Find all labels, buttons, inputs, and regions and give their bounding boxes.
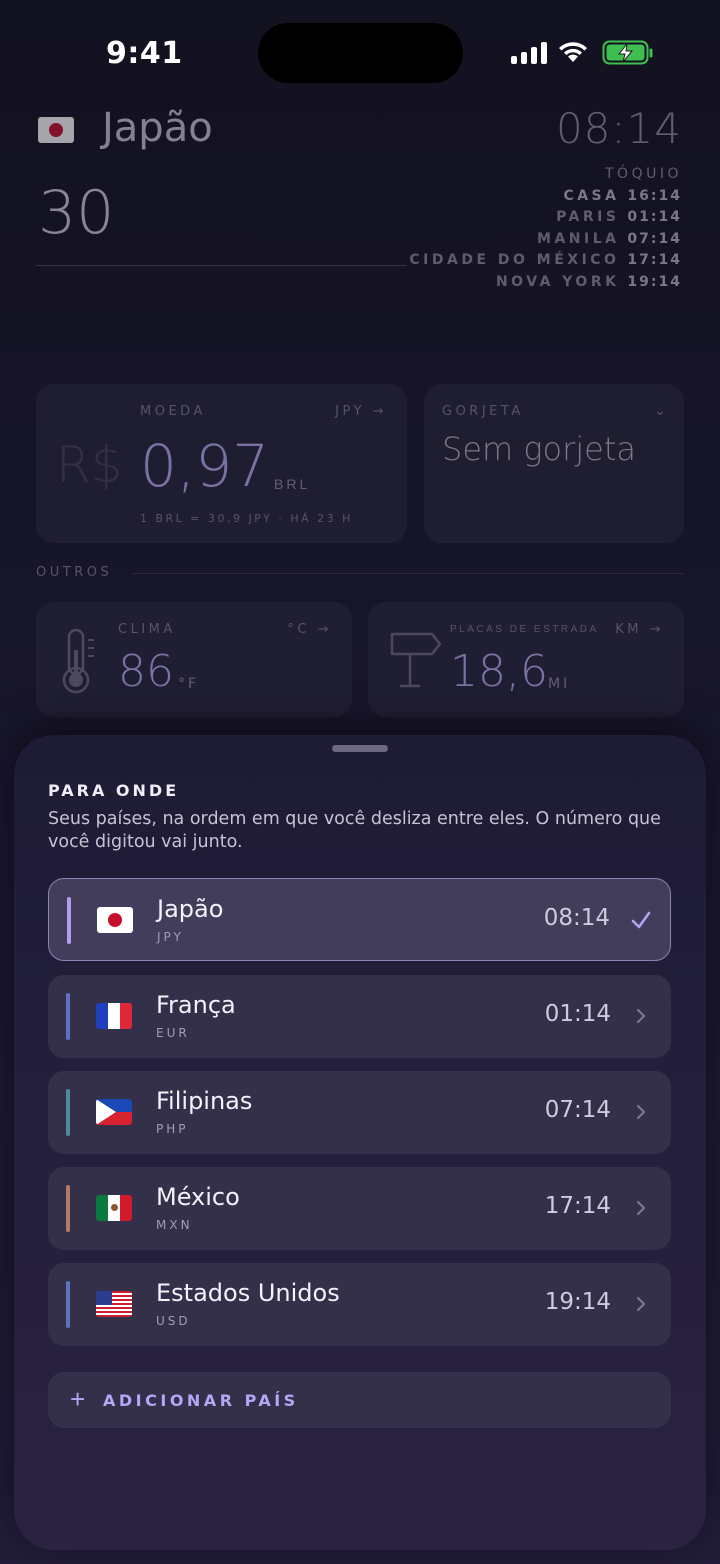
chevron-right-icon — [637, 1297, 645, 1311]
world-clocks: TÓQUIO CASA 16:14 PARIS 01:14 MANILA 07:… — [409, 164, 682, 293]
country-name: México — [156, 1183, 240, 1211]
country-time: 07:14 — [544, 1097, 611, 1123]
zone-row: CIDADE DO MÉXICO 17:14 — [409, 252, 682, 268]
currency-code: JPY — [157, 930, 184, 944]
zone-row: PARIS 01:14 — [556, 209, 682, 225]
destination-sheet: PARA ONDE Seus países, na ordem em que v… — [14, 735, 706, 1550]
road-signs-card[interactable]: PLACAS DE ESTRADA KM → 18,6 MI — [368, 602, 684, 717]
currency-code-button[interactable]: JPY → — [335, 404, 387, 419]
local-clock: 08:14 — [555, 104, 682, 153]
currency-code: PHP — [156, 1122, 189, 1136]
chevron-right-icon — [637, 1009, 645, 1023]
signpost-icon — [390, 632, 442, 688]
divider — [132, 573, 684, 574]
mexico-flag-icon — [94, 1187, 134, 1227]
selected-country-title: Japão — [102, 105, 213, 151]
weather-value: 86 — [118, 646, 174, 697]
country-row-philippines[interactable]: Filipinas PHP 07:14 — [48, 1071, 671, 1154]
add-country-button[interactable]: + ADICIONAR PAÍS — [48, 1372, 671, 1428]
color-bar — [66, 993, 70, 1040]
currency-code: USD — [156, 1314, 191, 1328]
checkmark-icon — [631, 911, 651, 929]
chevron-down-icon: ⌄ — [654, 402, 666, 418]
plus-icon: + — [70, 1384, 86, 1414]
country-row-united-states[interactable]: Estados Unidos USD 19:14 — [48, 1263, 671, 1346]
weather-suffix: °F — [178, 676, 200, 692]
exchange-rate: 1 BRL = 30,9 JPY · HÁ 23 H — [140, 512, 353, 525]
currency-code: MXN — [156, 1218, 193, 1232]
country-name: Japão — [157, 895, 224, 923]
zone-row: CASA 16:14 — [563, 187, 682, 204]
sheet-grabber[interactable] — [332, 745, 388, 752]
zone-row: MANILA 07:14 — [537, 230, 682, 247]
tip-card[interactable]: GORJETA ⌄ Sem gorjeta — [424, 384, 684, 543]
others-section-label: OUTROS — [36, 565, 113, 580]
road-signs-suffix: MI — [548, 676, 571, 692]
country-name: Filipinas — [156, 1087, 253, 1115]
france-flag-icon — [94, 995, 134, 1035]
country-row-france[interactable]: França EUR 01:14 — [48, 975, 671, 1058]
add-country-label: ADICIONAR PAÍS — [103, 1391, 299, 1410]
sheet-title: PARA ONDE — [48, 781, 180, 800]
currency-value: 0,97 — [140, 432, 270, 500]
country-row-mexico[interactable]: México MXN 17:14 — [48, 1167, 671, 1250]
thermometer-icon — [62, 628, 94, 694]
country-time: 17:14 — [544, 1193, 611, 1219]
chevron-right-icon — [637, 1201, 645, 1215]
weather-label: CLIMA — [118, 622, 176, 637]
color-bar — [66, 1281, 70, 1328]
tip-value: Sem gorjeta — [442, 430, 637, 468]
amount-input[interactable]: 30 — [38, 178, 114, 248]
country-time: 08:14 — [543, 905, 610, 931]
usa-flag-icon — [94, 1283, 134, 1323]
sheet-description: Seus países, na ordem em que você desliz… — [48, 809, 661, 852]
currency-label: MOEDA — [140, 404, 206, 419]
currency-card[interactable]: MOEDA JPY → R$ 0,97 BRL 1 BRL = 30,9 JPY… — [36, 384, 407, 543]
currency-code: EUR — [156, 1026, 190, 1040]
country-row-japan[interactable]: Japão JPY 08:14 — [48, 878, 671, 961]
japan-flag-icon — [95, 899, 135, 939]
philippines-flag-icon — [94, 1091, 134, 1131]
road-signs-value: 18,6 — [450, 646, 548, 697]
color-bar — [66, 1185, 70, 1232]
country-time: 01:14 — [544, 1001, 611, 1027]
zone-row: NOVA YORK 19:14 — [495, 273, 682, 290]
japan-flag-icon — [38, 112, 74, 146]
main-screen: Japão 08:14 30 TÓQUIO CASA 16:14 PARIS 0… — [0, 0, 720, 740]
color-bar — [66, 1089, 70, 1136]
country-name: França — [156, 991, 236, 1019]
amount-underline — [36, 265, 406, 266]
currency-symbol: R$ — [56, 436, 123, 494]
currency-unit: BRL — [274, 476, 311, 492]
chevron-right-icon — [637, 1105, 645, 1119]
weather-unit-button[interactable]: °C → — [287, 622, 332, 637]
weather-card[interactable]: CLIMA °C → 86 °F — [36, 602, 352, 717]
current-city: TÓQUIO — [605, 166, 682, 182]
country-time: 19:14 — [544, 1289, 611, 1315]
color-bar — [67, 897, 71, 944]
tip-label: GORJETA — [442, 404, 524, 419]
road-signs-label: PLACAS DE ESTRADA — [450, 624, 599, 635]
country-name: Estados Unidos — [156, 1279, 340, 1307]
road-signs-unit-button[interactable]: KM → — [615, 622, 664, 637]
